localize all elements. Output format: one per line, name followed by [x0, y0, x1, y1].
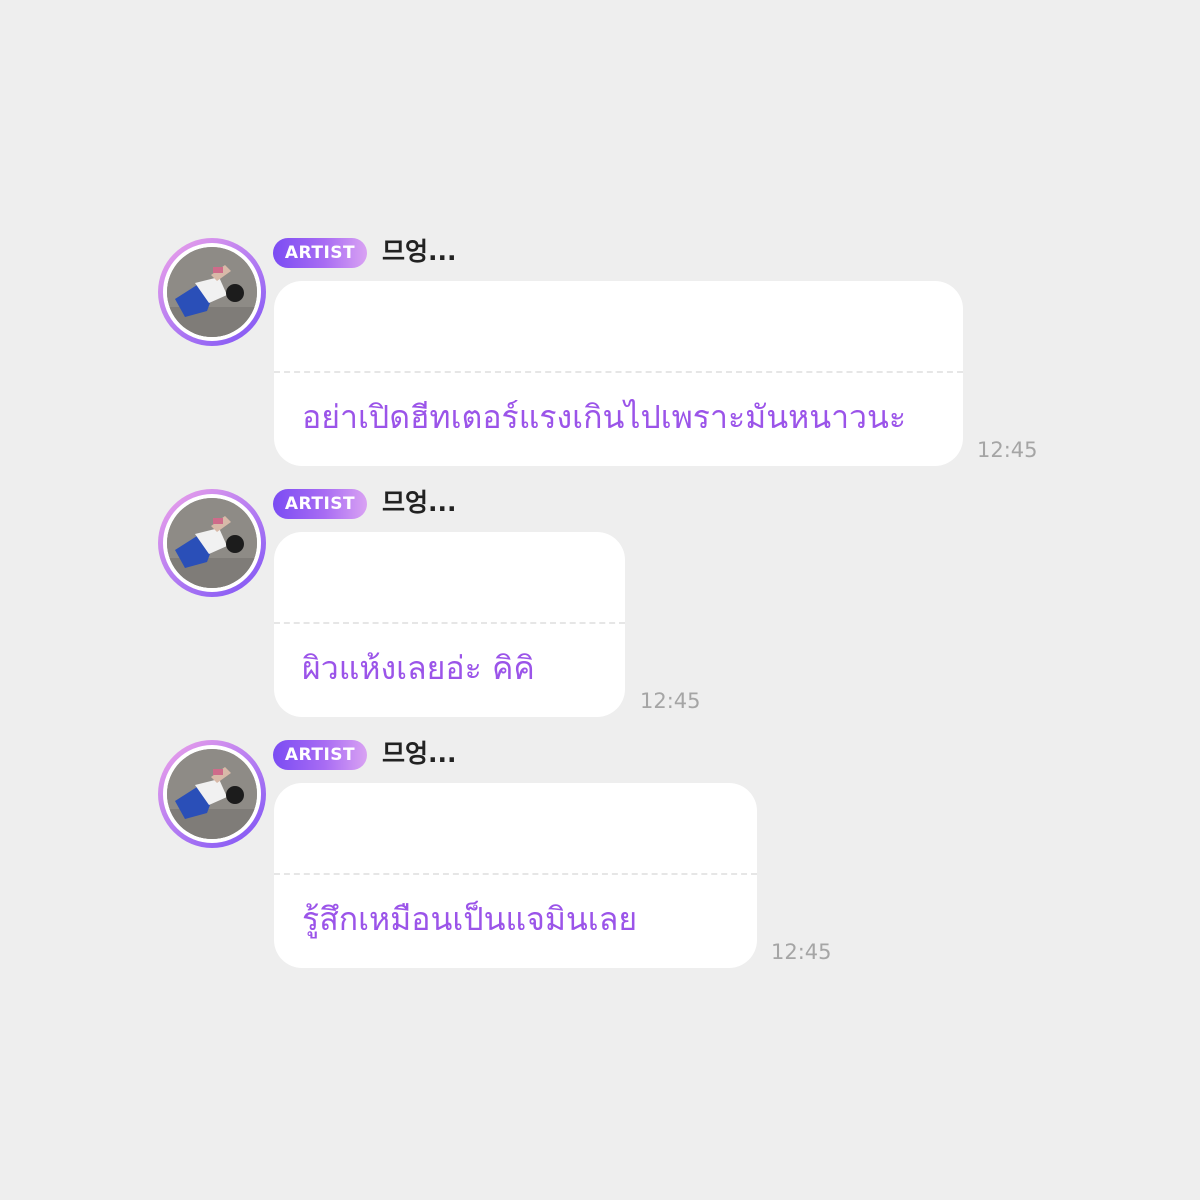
- chat-message: ARTIST 므엉... รู้สึกเหมือนเป็นแจมินเลย 12…: [158, 737, 1058, 980]
- avatar-photo: [167, 498, 257, 588]
- message-bubble[interactable]: รู้สึกเหมือนเป็นแจมินเลย: [274, 783, 757, 968]
- sender-name[interactable]: 므엉...: [382, 737, 457, 771]
- message-text: รู้สึกเหมือนเป็นแจมินเลย: [302, 900, 638, 938]
- avatar-photo: [167, 749, 257, 839]
- avatar[interactable]: [158, 740, 266, 848]
- message-timestamp: 12:45: [977, 438, 1038, 462]
- sender-name[interactable]: 므엉...: [382, 235, 457, 269]
- avatar-image-icon: [167, 247, 257, 337]
- avatar[interactable]: [158, 238, 266, 346]
- bubble-divider: [274, 622, 625, 624]
- message-bubble[interactable]: ผิวแห้งเลยอ่ะ คิคิ: [274, 532, 625, 717]
- chat-message: ARTIST 므엉... อย่าเปิดฮีทเตอร์แรงเกินไปเพ…: [158, 235, 1058, 478]
- message-text: อย่าเปิดฮีทเตอร์แรงเกินไปเพราะมันหนาวนะ: [302, 398, 907, 436]
- bubble-divider: [274, 371, 963, 373]
- bubble-divider: [274, 873, 757, 875]
- avatar-image-icon: [167, 498, 257, 588]
- chat-message: ARTIST 므엉... ผิวแห้งเลยอ่ะ คิคิ 12:45: [158, 486, 1058, 729]
- avatar-photo: [167, 247, 257, 337]
- sender-name[interactable]: 므엉...: [382, 486, 457, 520]
- artist-badge: ARTIST: [273, 740, 367, 770]
- avatar-image-icon: [167, 749, 257, 839]
- message-timestamp: 12:45: [771, 940, 832, 964]
- message-text: ผิวแห้งเลยอ่ะ คิคิ: [302, 649, 535, 687]
- avatar[interactable]: [158, 489, 266, 597]
- artist-badge: ARTIST: [273, 238, 367, 268]
- artist-badge: ARTIST: [273, 489, 367, 519]
- message-timestamp: 12:45: [640, 689, 701, 713]
- message-bubble[interactable]: อย่าเปิดฮีทเตอร์แรงเกินไปเพราะมันหนาวนะ: [274, 281, 963, 466]
